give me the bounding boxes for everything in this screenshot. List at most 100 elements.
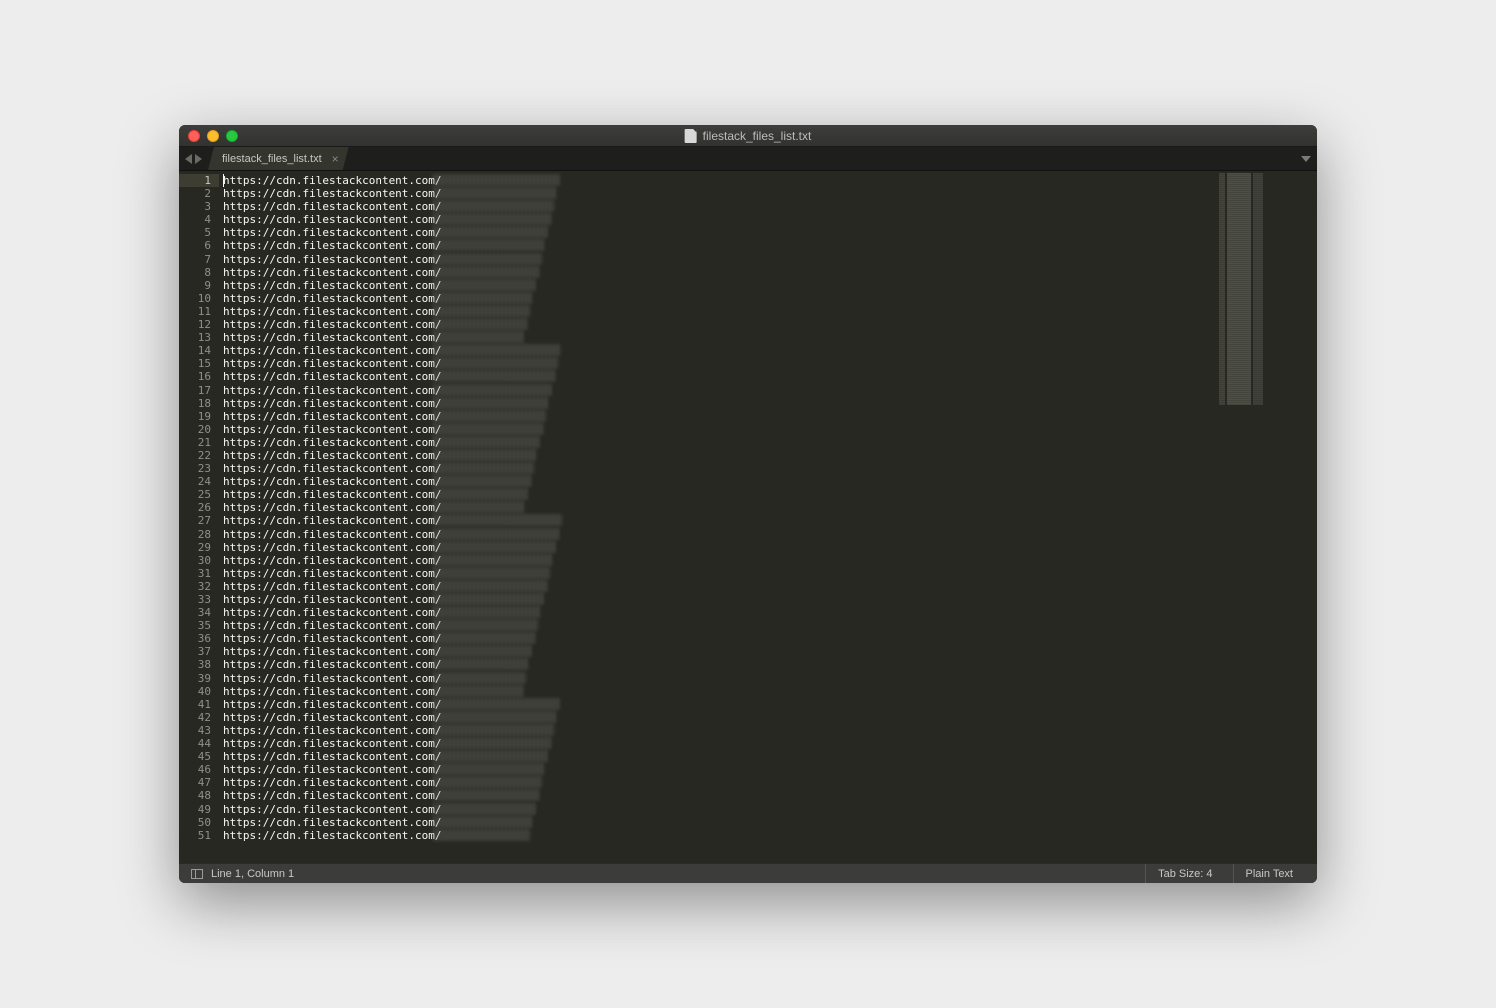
line-number[interactable]: 4 [179, 213, 211, 226]
line-number[interactable]: 45 [179, 750, 211, 763]
line-number[interactable]: 27 [179, 514, 211, 527]
line-number[interactable]: 38 [179, 658, 211, 671]
sidebar-toggle-icon[interactable] [191, 869, 203, 879]
code-line[interactable]: https://cdn.filestackcontent.com/ [223, 344, 1317, 357]
line-number[interactable]: 37 [179, 645, 211, 658]
close-window-button[interactable] [188, 130, 200, 142]
code-line[interactable]: https://cdn.filestackcontent.com/ [223, 200, 1317, 213]
titlebar[interactable]: filestack_files_list.txt [179, 125, 1317, 147]
line-number[interactable]: 1 [179, 174, 219, 187]
close-tab-icon[interactable]: × [332, 153, 339, 165]
line-number[interactable]: 47 [179, 776, 211, 789]
line-number[interactable]: 5 [179, 226, 211, 239]
code-line[interactable]: https://cdn.filestackcontent.com/ [223, 423, 1317, 436]
code-line[interactable]: https://cdn.filestackcontent.com/ [223, 724, 1317, 737]
minimap[interactable] [1219, 173, 1263, 405]
line-number[interactable]: 6 [179, 239, 211, 252]
line-number[interactable]: 14 [179, 344, 211, 357]
code-line[interactable]: https://cdn.filestackcontent.com/ [223, 685, 1317, 698]
line-number[interactable]: 34 [179, 606, 211, 619]
tab-overflow-menu[interactable] [1295, 147, 1317, 170]
code-line[interactable]: https://cdn.filestackcontent.com/ [223, 632, 1317, 645]
line-number[interactable]: 19 [179, 410, 211, 423]
line-number[interactable]: 18 [179, 397, 211, 410]
code-line[interactable]: https://cdn.filestackcontent.com/ [223, 829, 1317, 842]
line-number[interactable]: 44 [179, 737, 211, 750]
code-line[interactable]: https://cdn.filestackcontent.com/ [223, 239, 1317, 252]
line-number[interactable]: 42 [179, 711, 211, 724]
line-number[interactable]: 28 [179, 528, 211, 541]
line-number[interactable]: 43 [179, 724, 211, 737]
code-line[interactable]: https://cdn.filestackcontent.com/ [223, 436, 1317, 449]
editor-area[interactable]: 1234567891011121314151617181920212223242… [179, 171, 1317, 863]
line-number[interactable]: 32 [179, 580, 211, 593]
line-number[interactable]: 22 [179, 449, 211, 462]
line-number[interactable]: 25 [179, 488, 211, 501]
code-line[interactable]: https://cdn.filestackcontent.com/ [223, 750, 1317, 763]
line-number[interactable]: 21 [179, 436, 211, 449]
code-line[interactable]: https://cdn.filestackcontent.com/ [223, 567, 1317, 580]
cursor-position-status[interactable]: Line 1, Column 1 [211, 868, 294, 880]
code-line[interactable]: https://cdn.filestackcontent.com/ [223, 226, 1317, 239]
tab-size-status[interactable]: Tab Size: 4 [1145, 864, 1224, 883]
code-line[interactable]: https://cdn.filestackcontent.com/ [223, 776, 1317, 789]
line-number[interactable]: 15 [179, 357, 211, 370]
code-line[interactable]: https://cdn.filestackcontent.com/ [223, 187, 1317, 200]
line-number[interactable]: 8 [179, 266, 211, 279]
code-line[interactable]: https://cdn.filestackcontent.com/ [223, 462, 1317, 475]
code-line[interactable]: https://cdn.filestackcontent.com/ [223, 737, 1317, 750]
line-number[interactable]: 31 [179, 567, 211, 580]
code-line[interactable]: https://cdn.filestackcontent.com/ [223, 580, 1317, 593]
line-number[interactable]: 20 [179, 423, 211, 436]
line-number[interactable]: 41 [179, 698, 211, 711]
code-line[interactable]: https://cdn.filestackcontent.com/ [223, 803, 1317, 816]
code-line[interactable]: https://cdn.filestackcontent.com/ [223, 266, 1317, 279]
code-line[interactable]: https://cdn.filestackcontent.com/ [223, 253, 1317, 266]
line-number[interactable]: 26 [179, 501, 211, 514]
line-number[interactable]: 30 [179, 554, 211, 567]
file-tab[interactable]: filestack_files_list.txt × [208, 147, 349, 170]
code-line[interactable]: https://cdn.filestackcontent.com/ [223, 816, 1317, 829]
minimize-window-button[interactable] [207, 130, 219, 142]
code-line[interactable]: https://cdn.filestackcontent.com/ [223, 488, 1317, 501]
code-line[interactable]: https://cdn.filestackcontent.com/ [223, 606, 1317, 619]
code-line[interactable]: https://cdn.filestackcontent.com/ [223, 763, 1317, 776]
code-line[interactable]: https://cdn.filestackcontent.com/ [223, 541, 1317, 554]
code-line[interactable]: https://cdn.filestackcontent.com/ [223, 370, 1317, 383]
line-number[interactable]: 3 [179, 200, 211, 213]
nav-forward-icon[interactable] [195, 154, 202, 164]
line-number[interactable]: 40 [179, 685, 211, 698]
line-number[interactable]: 24 [179, 475, 211, 488]
line-number[interactable]: 46 [179, 763, 211, 776]
code-line[interactable]: https://cdn.filestackcontent.com/ [223, 528, 1317, 541]
code-line[interactable]: https://cdn.filestackcontent.com/ [223, 672, 1317, 685]
line-number[interactable]: 50 [179, 816, 211, 829]
code-line[interactable]: https://cdn.filestackcontent.com/ [223, 357, 1317, 370]
line-number[interactable]: 33 [179, 593, 211, 606]
code-line[interactable]: https://cdn.filestackcontent.com/ [223, 305, 1317, 318]
gutter[interactable]: 1234567891011121314151617181920212223242… [179, 171, 219, 863]
code-line[interactable]: https://cdn.filestackcontent.com/ [223, 698, 1317, 711]
zoom-window-button[interactable] [226, 130, 238, 142]
code-line[interactable]: https://cdn.filestackcontent.com/ [223, 384, 1317, 397]
code-line[interactable]: https://cdn.filestackcontent.com/ [223, 397, 1317, 410]
line-number[interactable]: 23 [179, 462, 211, 475]
code-line[interactable]: https://cdn.filestackcontent.com/ [223, 619, 1317, 632]
syntax-status[interactable]: Plain Text [1233, 864, 1306, 883]
line-number[interactable]: 9 [179, 279, 211, 292]
line-number[interactable]: 2 [179, 187, 211, 200]
code-line[interactable]: https://cdn.filestackcontent.com/ [223, 711, 1317, 724]
code-line[interactable]: https://cdn.filestackcontent.com/ [223, 331, 1317, 344]
code-line[interactable]: https://cdn.filestackcontent.com/ [223, 501, 1317, 514]
line-number[interactable]: 35 [179, 619, 211, 632]
line-number[interactable]: 16 [179, 370, 211, 383]
code-line[interactable]: https://cdn.filestackcontent.com/ [223, 449, 1317, 462]
line-number[interactable]: 10 [179, 292, 211, 305]
code-line[interactable]: https://cdn.filestackcontent.com/ [223, 292, 1317, 305]
line-number[interactable]: 11 [179, 305, 211, 318]
line-number[interactable]: 48 [179, 789, 211, 802]
code-line[interactable]: https://cdn.filestackcontent.com/ [223, 658, 1317, 671]
code-line[interactable]: https://cdn.filestackcontent.com/ [223, 789, 1317, 802]
line-number[interactable]: 49 [179, 803, 211, 816]
line-number[interactable]: 36 [179, 632, 211, 645]
